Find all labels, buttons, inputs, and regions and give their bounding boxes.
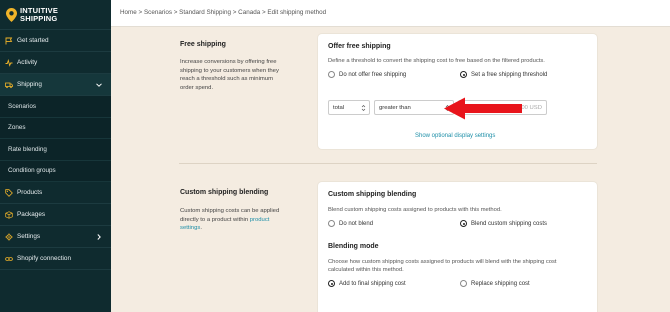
section-divider [179,163,597,164]
brand-name: INTUITIVE SHIPPING [20,6,59,23]
sidebar-item-label: Settings [17,233,41,240]
radio-dot [328,220,335,227]
sidebar-item-settings[interactable]: Settings [0,226,111,248]
location-pin-icon [6,7,17,22]
blending-description: Custom shipping costs can be applied dir… [180,208,280,231]
sidebar-item-packages[interactable]: Packages [0,204,111,226]
sidebar-item-get-started[interactable]: Get started [0,30,111,52]
sidebar-subitem-condition-groups[interactable]: Condition groups [0,160,111,182]
radio-blend-costs[interactable]: Blend custom shipping costs [460,220,547,227]
threshold-field-select[interactable]: total [328,100,370,115]
product-settings-link-cont[interactable]: settings [180,225,200,231]
sidebar-item-label: Packages [17,211,46,218]
product-settings-link[interactable]: product [250,217,270,223]
brand-logo[interactable]: INTUITIVE SHIPPING [0,0,111,30]
sidebar: INTUITIVE SHIPPING Get started Activity … [0,0,111,312]
free-shipping-card-title: Offer free shipping [328,43,391,50]
tag-icon [5,188,13,197]
sidebar-item-shopify-connection[interactable]: Shopify connection [0,248,111,270]
sidebar-subitem-rate-blending[interactable]: Rate blending [0,139,111,161]
sidebar-subitem-zones[interactable]: Zones [0,117,111,139]
activity-icon [5,58,13,67]
breadcrumb[interactable]: Home > Scenarios > Standard Shipping > C… [120,9,326,16]
sidebar-item-label: Products [17,189,43,196]
box-icon [5,210,13,219]
radio-do-not-blend[interactable]: Do not blend [328,220,373,227]
radio-dot [328,280,335,287]
free-shipping-heading: Free shipping [180,41,226,48]
blending-mode-text: Choose how custom shipping costs assigne… [328,259,557,273]
chevron-down-icon [96,83,102,87]
free-shipping-card: Offer free shipping Define a threshold t… [318,34,597,149]
gear-icon [5,233,13,240]
radio-dot [460,71,467,78]
sidebar-item-label: Get started [17,37,49,44]
radio-add-to-final[interactable]: Add to final shipping cost [328,280,406,287]
sidebar-item-shipping[interactable]: Shipping [0,74,111,96]
radio-replace-cost[interactable]: Replace shipping cost [460,280,530,287]
link-icon [5,256,13,261]
free-shipping-card-text: Define a threshold to convert the shippi… [328,58,545,64]
radio-no-free-shipping[interactable]: Do not offer free shipping [328,71,406,78]
annotation-arrow-icon [444,97,522,120]
radio-dot [460,280,467,287]
chevron-right-icon [97,234,101,240]
sidebar-item-label: Activity [17,59,38,66]
blending-card: Custom shipping blending Blend custom sh… [318,182,597,312]
sidebar-subitem-scenarios[interactable]: Scenarios [0,96,111,118]
blending-card-text: Blend custom shipping costs assigned to … [328,207,502,213]
sidebar-item-label: Shopify connection [17,255,72,262]
truck-icon [5,82,13,88]
blending-heading: Custom shipping blending [180,189,269,196]
sidebar-item-label: Shipping [17,81,42,88]
threshold-operator-select[interactable]: greater than [374,100,454,115]
radio-set-threshold[interactable]: Set a free shipping threshold [460,71,547,78]
sidebar-item-products[interactable]: Products [0,182,111,204]
sidebar-item-activity[interactable]: Activity [0,52,111,74]
show-display-settings-link[interactable]: Show optional display settings [415,133,495,139]
free-shipping-description: Increase conversions by offering free sh… [180,59,279,91]
blending-mode-title: Blending mode [328,243,379,250]
radio-dot [460,220,467,227]
radio-dot [328,71,335,78]
blending-card-title: Custom shipping blending [328,191,417,198]
select-arrows-icon [361,105,366,111]
flag-icon [5,37,13,44]
main-content: Home > Scenarios > Standard Shipping > C… [111,0,670,312]
